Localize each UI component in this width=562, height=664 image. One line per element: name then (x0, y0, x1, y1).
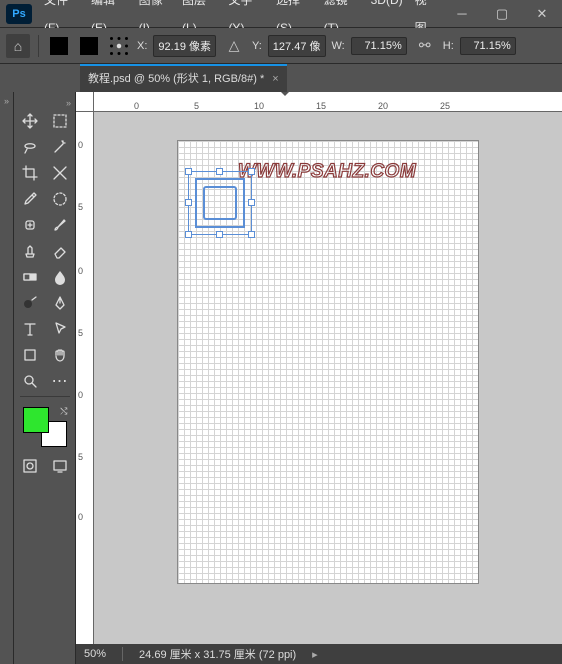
gradient-tool[interactable] (17, 266, 43, 288)
handle-mid-right[interactable] (248, 199, 255, 206)
color-swatches[interactable]: ⤭ (23, 407, 67, 447)
maximize-button[interactable]: ▢ (482, 0, 522, 28)
handle-top-left[interactable] (185, 168, 192, 175)
app-logo: Ps (6, 4, 32, 24)
marquee-ellipse-tool[interactable] (47, 188, 73, 210)
w-value[interactable]: 71.15% (351, 37, 407, 55)
document-tab[interactable]: 教程.psd @ 50% (形状 1, RGB/8#) * × (80, 64, 287, 92)
vertical-ruler[interactable]: 0 5 0 5 0 5 0 (76, 112, 94, 644)
h-label: H: (443, 40, 454, 52)
y-label: Y: (252, 40, 262, 52)
close-button[interactable]: ✕ (522, 0, 562, 28)
reference-point-icon[interactable] (77, 34, 101, 58)
canvas-viewport[interactable]: WWW.PSAHZ.COM (94, 112, 562, 644)
document-dimensions: 24.69 厘米 x 31.75 厘米 (72 ppi) (139, 646, 296, 662)
work-area: » » ⋯ (0, 92, 562, 664)
horizontal-ruler[interactable]: 0 5 10 15 20 25 (94, 92, 562, 112)
options-bar: ⌂ X: 92.19 像素 △ Y: 127.47 像 W: 71.15% ⚯ … (0, 28, 562, 64)
toolbox: » ⋯ ⤭ (14, 92, 76, 664)
lasso-tool[interactable] (17, 136, 43, 158)
ruler-corner (76, 92, 94, 112)
quickmask-tool[interactable] (17, 455, 43, 477)
eraser-tool[interactable] (47, 240, 73, 262)
pen-tool[interactable] (47, 292, 73, 314)
chevron-right-icon: » (4, 96, 9, 106)
transform-mode-icon[interactable] (47, 34, 71, 58)
document-tab-title: 教程.psd @ 50% (形状 1, RGB/8#) * (88, 66, 264, 92)
w-label: W: (332, 40, 345, 52)
watermark-text: WWW.PSAHZ.COM (238, 161, 416, 183)
document-canvas[interactable]: WWW.PSAHZ.COM (177, 140, 479, 584)
edit-toolbar-icon[interactable]: ⋯ (47, 370, 73, 392)
hand-tool[interactable] (47, 344, 73, 366)
y-value[interactable]: 127.47 像 (268, 35, 326, 57)
chevron-right-icon: » (66, 98, 71, 108)
link-wh-icon[interactable]: ⚯ (413, 34, 437, 58)
status-menu-chevron-icon[interactable]: ▸ (312, 648, 318, 661)
path-select-tool[interactable] (47, 318, 73, 340)
close-tab-icon[interactable]: × (272, 66, 278, 92)
swap-colors-icon[interactable]: ⤭ (60, 406, 67, 417)
magic-wand-tool[interactable] (47, 136, 73, 158)
document-tab-row: 教程.psd @ 50% (形状 1, RGB/8#) * × (0, 64, 562, 92)
healing-brush-tool[interactable] (17, 214, 43, 236)
dodge-tool[interactable] (17, 292, 43, 314)
home-icon[interactable]: ⌂ (6, 34, 30, 58)
shape-tool[interactable] (17, 344, 43, 366)
move-tool[interactable] (17, 110, 43, 132)
ref-delta-icon[interactable]: △ (222, 34, 246, 58)
slice-tool[interactable] (47, 162, 73, 184)
panel-collapse-strip[interactable]: » (0, 92, 14, 664)
marquee-tool[interactable] (47, 110, 73, 132)
handle-mid-left[interactable] (185, 199, 192, 206)
clone-stamp-tool[interactable] (17, 240, 43, 262)
brush-tool[interactable] (47, 214, 73, 236)
blur-tool[interactable] (47, 266, 73, 288)
foreground-color-swatch[interactable] (23, 407, 49, 433)
x-value[interactable]: 92.19 像素 (153, 35, 216, 57)
zoom-tool[interactable] (17, 370, 43, 392)
status-bar: 50% 24.69 厘米 x 31.75 厘米 (72 ppi) ▸ (76, 644, 562, 664)
x-label: X: (137, 40, 147, 52)
eyedropper-tool[interactable] (17, 188, 43, 210)
type-tool[interactable] (17, 318, 43, 340)
handle-bottom-mid[interactable] (216, 231, 223, 238)
handle-bottom-right[interactable] (248, 231, 255, 238)
handle-top-mid[interactable] (216, 168, 223, 175)
handle-top-right[interactable] (248, 168, 255, 175)
horizontal-ruler-row: 0 5 10 15 20 25 (76, 92, 562, 112)
minimize-button[interactable]: ─ (442, 0, 482, 28)
window-controls: ─ ▢ ✕ (442, 0, 562, 28)
crop-tool[interactable] (17, 162, 43, 184)
zoom-level[interactable]: 50% (84, 648, 106, 660)
transform-selection[interactable] (188, 171, 252, 235)
title-bar: Ps 文件(F) 编辑(E) 图像(I) 图层(L) 文字(Y) 选择(S) 滤… (0, 0, 562, 28)
h-value[interactable]: 71.15% (460, 37, 516, 55)
anchor-grid-icon[interactable] (107, 34, 131, 58)
handle-bottom-left[interactable] (185, 231, 192, 238)
canvas-zone: 0 5 10 15 20 25 0 5 0 5 0 5 0 WWW.PSAHZ.… (76, 92, 562, 664)
screenmode-tool[interactable] (47, 455, 73, 477)
